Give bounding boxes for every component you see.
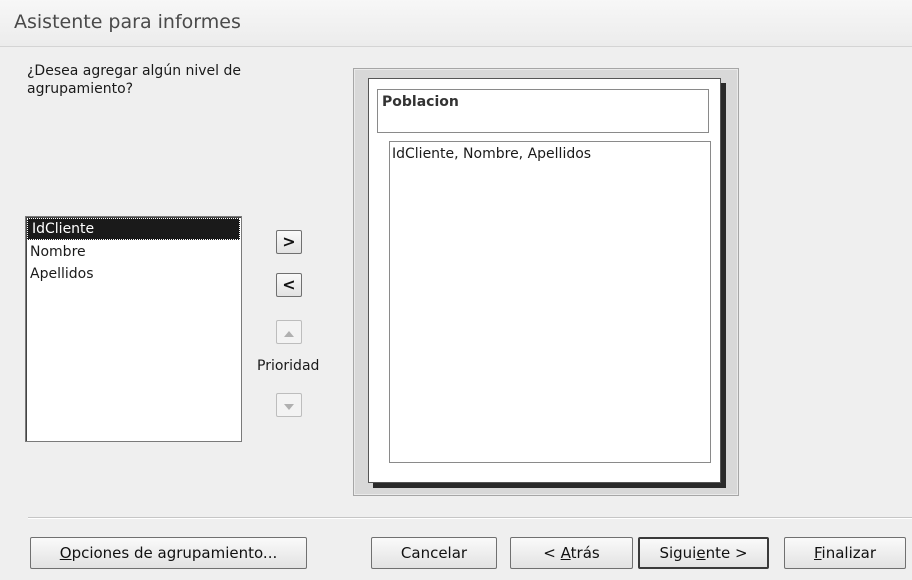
finish-button[interactable]: Finalizar: [784, 537, 906, 569]
remove-grouping-button[interactable]: <: [276, 273, 302, 297]
report-preview-page: Poblacion IdCliente, Nombre, Apellidos: [368, 78, 721, 483]
separator: [28, 517, 912, 519]
mnemonic: O: [59, 544, 72, 562]
available-fields-list[interactable]: IdCliente Nombre Apellidos: [25, 216, 242, 442]
grouping-question: ¿Desea agregar algún nivel de agrupamien…: [27, 63, 242, 97]
button-label: Sigui: [659, 544, 697, 562]
detail-fields-label: IdCliente, Nombre, Apellidos: [392, 146, 592, 162]
button-label: inalizar: [821, 544, 876, 562]
group-header-label: Poblacion: [382, 94, 459, 110]
report-wizard-dialog: Asistente para informes ¿Desea agregar a…: [0, 0, 912, 580]
next-button[interactable]: Siguiente >: [638, 537, 769, 569]
add-grouping-button[interactable]: >: [276, 230, 302, 254]
arrow-up-icon: [284, 331, 294, 337]
button-label: <: [543, 544, 561, 562]
mnemonic: e: [696, 544, 706, 562]
priority-down-button[interactable]: [276, 393, 302, 417]
mnemonic: F: [814, 544, 822, 562]
priority-up-button[interactable]: [276, 320, 302, 344]
priority-label: Prioridad: [257, 358, 320, 374]
field-item-nombre[interactable]: Nombre: [26, 241, 241, 263]
arrow-down-icon: [284, 404, 294, 410]
grouping-options-button[interactable]: Opciones de agrupamiento...: [30, 537, 307, 569]
field-item-apellidos[interactable]: Apellidos: [26, 263, 241, 285]
back-button[interactable]: < Atrás: [510, 537, 633, 569]
group-header-box: Poblacion: [377, 89, 709, 133]
button-label: pciones de agrupamiento...: [71, 544, 278, 562]
button-label: nte >: [705, 544, 748, 562]
window-title: Asistente para informes: [14, 11, 241, 33]
mnemonic: A: [560, 544, 571, 562]
detail-box: IdCliente, Nombre, Apellidos: [389, 141, 711, 463]
cancel-button[interactable]: Cancelar: [371, 537, 497, 569]
title-bar: Asistente para informes: [0, 0, 912, 47]
field-item-idcliente[interactable]: IdCliente: [27, 218, 240, 240]
button-label: trás: [570, 544, 600, 562]
